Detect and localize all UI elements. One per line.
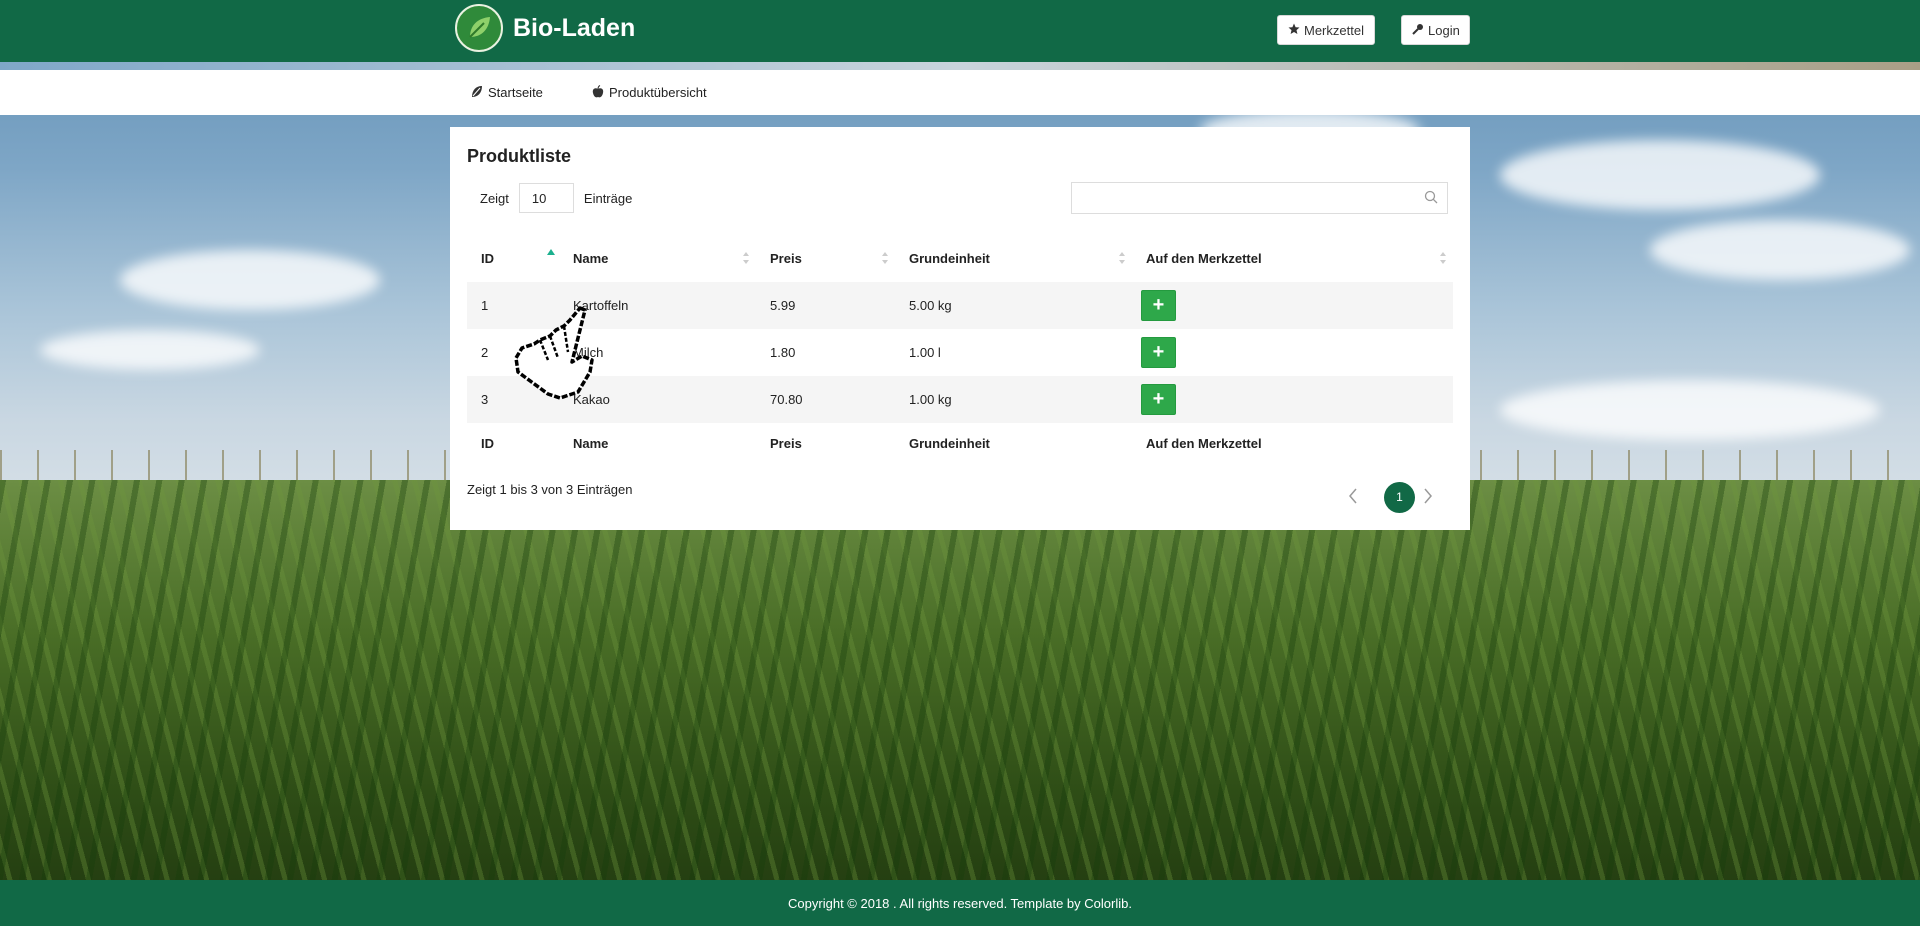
length-prefix: Zeigt	[480, 190, 509, 206]
product-list-card: Produktliste Zeigt Einträge ID Name Prei…	[450, 127, 1470, 530]
add-to-merkzettel-button[interactable]: +	[1141, 290, 1176, 321]
column-header-preis[interactable]: Preis	[756, 234, 895, 282]
footer-header-name: Name	[573, 436, 609, 451]
merkzettel-label: Merkzettel	[1304, 22, 1364, 38]
nav-item-startseite[interactable]: Startseite	[471, 70, 543, 115]
search-input[interactable]	[1072, 183, 1422, 213]
cell-unit: 1.00 l	[909, 345, 941, 360]
column-label: ID	[481, 250, 494, 266]
sort-icon	[743, 252, 750, 264]
nav-label: Startseite	[488, 85, 543, 100]
page-length-control: Zeigt Einträge	[480, 183, 632, 213]
hand-pointer-cursor-icon	[510, 300, 600, 405]
column-label: Auf den Merkzettel	[1146, 250, 1262, 266]
site-header: Bio-Laden Merkzettel Login	[0, 0, 1920, 62]
entries-per-page-select[interactable]	[518, 183, 574, 213]
footer-header-merkzettel: Auf den Merkzettel	[1146, 436, 1262, 451]
brand[interactable]: Bio-Laden	[455, 4, 635, 52]
column-label: Name	[573, 250, 609, 266]
merkzettel-button[interactable]: Merkzettel	[1277, 15, 1375, 45]
table-row: 2 Milch 1.80 1.00 l +	[467, 329, 1453, 376]
pagination: 1	[1348, 482, 1448, 513]
footer-text: Copyright © 2018 . All rights reserved. …	[788, 895, 1132, 911]
column-label: Grundeinheit	[909, 250, 990, 266]
column-header-id[interactable]: ID	[467, 234, 559, 282]
chevron-right-icon[interactable]	[1423, 488, 1433, 504]
page-title: Produktliste	[467, 146, 572, 166]
main-nav: Startseite Produktübersicht	[0, 70, 1920, 115]
sort-icon	[882, 252, 889, 264]
cell-action: +	[1132, 376, 1453, 423]
brand-title: Bio-Laden	[513, 13, 636, 42]
cell-unit: 5.00 kg	[895, 282, 1132, 329]
sort-asc-icon	[547, 249, 555, 264]
site-footer: Copyright © 2018 . All rights reserved. …	[0, 880, 1920, 926]
add-to-merkzettel-button[interactable]: +	[1141, 384, 1176, 415]
page-button-current[interactable]: 1	[1384, 482, 1415, 513]
nav-item-produktuebersicht[interactable]: Produktübersicht	[592, 70, 707, 115]
length-suffix: Einträge	[583, 190, 633, 206]
column-header-merkzettel[interactable]: Auf den Merkzettel	[1132, 234, 1453, 282]
leaf-icon	[471, 85, 483, 101]
cell-price: 1.80	[770, 345, 796, 360]
cell-action: +	[1132, 329, 1453, 376]
cell-action: +	[1132, 282, 1453, 329]
footer-header-grundeinheit: Grundeinheit	[909, 436, 990, 451]
nav-label: Produktübersicht	[609, 85, 707, 100]
table-row: 1 Kartoffeln 5.99 5.00 kg +	[467, 282, 1453, 329]
leaf-logo-icon	[455, 4, 503, 52]
search-icon	[1424, 190, 1438, 209]
chevron-left-icon[interactable]	[1348, 488, 1358, 504]
column-header-name[interactable]: Name	[559, 234, 756, 282]
products-table: ID Name Preis Grundeinheit Auf den Merkz…	[467, 234, 1453, 464]
sort-icon	[1440, 252, 1447, 264]
login-label: Login	[1428, 22, 1460, 38]
header-strip	[0, 62, 1920, 70]
table-row: 3 Kakao 70.80 1.00 kg +	[467, 376, 1453, 423]
cell-unit: 1.00 kg	[895, 376, 1132, 423]
search-box	[1071, 182, 1448, 214]
table-footer-row: ID Name Preis Grundeinheit Auf den Merkz…	[467, 423, 1453, 464]
table-info: Zeigt 1 bis 3 von 3 Einträgen	[467, 482, 633, 497]
footer-header-preis: Preis	[770, 436, 802, 451]
column-header-grundeinheit[interactable]: Grundeinheit	[895, 234, 1132, 282]
cell-price: 70.80	[756, 376, 895, 423]
key-icon	[1412, 23, 1424, 38]
footer-header-id: ID	[481, 436, 494, 451]
cell-price: 5.99	[756, 282, 895, 329]
table-header-row: ID Name Preis Grundeinheit Auf den Merkz…	[467, 234, 1453, 282]
add-to-merkzettel-button[interactable]: +	[1141, 337, 1176, 368]
apple-icon	[592, 84, 604, 101]
star-icon	[1288, 23, 1300, 38]
column-label: Preis	[770, 250, 802, 266]
login-button[interactable]: Login	[1401, 15, 1470, 45]
sort-icon	[1119, 252, 1126, 264]
